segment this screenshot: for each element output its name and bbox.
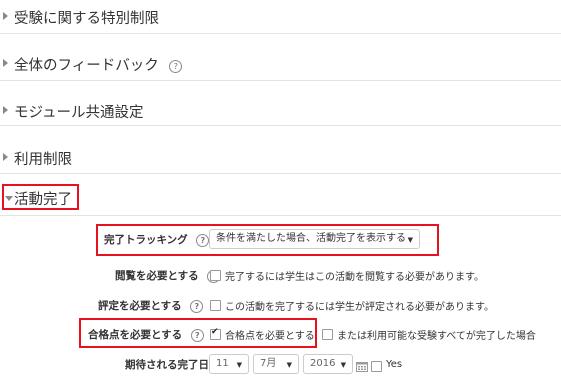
collapse-arrow-icon [3, 153, 8, 161]
section-access-restrictions[interactable]: 利用制限 [0, 140, 561, 180]
year-select[interactable]: 2016 ▼ [303, 354, 353, 374]
label-text: 期待される完了日 [125, 359, 209, 371]
divider [0, 173, 561, 174]
divider [0, 215, 561, 216]
completion-tracking-select[interactable]: 条件を満たした場合、活動完了を表示する ▼ [209, 229, 420, 249]
section-title: モジュール共通設定 [14, 105, 144, 121]
dropdown-caret-icon: ▼ [286, 361, 292, 369]
day-select[interactable]: 11 ▼ [209, 354, 249, 374]
label-text: 評定を必要とする [98, 300, 182, 312]
month-select[interactable]: 7月 ▼ [253, 354, 299, 374]
section-title: 利用制限 [14, 152, 72, 168]
label-text: 完了トラッキング [104, 234, 188, 246]
section-title-activity-completion[interactable]: 活動完了 [14, 188, 72, 209]
completion-tracking-label: 完了トラッキング ? [104, 232, 210, 247]
help-icon[interactable]: ? [190, 328, 204, 342]
dropdown-caret-icon: ▼ [340, 361, 346, 369]
dropdown-caret-icon: ▼ [236, 361, 242, 369]
divider [0, 80, 561, 81]
select-value: 7月 [260, 358, 277, 369]
collapse-arrow-icon [3, 59, 8, 67]
section-common-module-settings[interactable]: モジュール共通設定 [0, 93, 561, 133]
require-passing-grade-label: 合格点を必要とする ? [88, 327, 204, 342]
require-passing-grade-text: 合格点を必要とする [225, 331, 315, 342]
require-grade-label: 評定を必要とする ? [98, 298, 204, 313]
require-grade-text: この活動を完了するには学生が評定される必要があります。 [225, 302, 494, 313]
collapse-arrow-icon [3, 106, 8, 114]
dropdown-caret-icon: ▼ [407, 236, 413, 244]
require-view-label: 閲覧を必要とする ? [115, 268, 221, 283]
section-title-text: 全体のフィードバック [14, 58, 159, 74]
select-value: 条件を満たした場合、活動完了を表示する [216, 233, 406, 244]
require-grade-checkbox[interactable] [210, 300, 221, 311]
require-passing-grade-checkbox[interactable] [210, 327, 221, 340]
select-value: 2016 [310, 358, 336, 369]
divider [0, 125, 561, 126]
enable-date-label: Yes [386, 359, 403, 370]
calendar-icon[interactable] [356, 361, 368, 372]
label-text: 合格点を必要とする [88, 329, 183, 341]
help-icon[interactable]: ? [169, 59, 183, 73]
expand-arrow-icon [5, 196, 13, 201]
section-title: 受験に関する特別制限 [14, 11, 159, 27]
help-icon[interactable]: ? [196, 233, 210, 247]
enable-date-checkbox[interactable] [371, 361, 382, 372]
all-attempts-text: または利用可能な受験すべてが完了した場合 [337, 331, 536, 342]
section-title: 全体のフィードバック ? [14, 54, 183, 75]
help-icon[interactable]: ? [190, 299, 204, 313]
all-attempts-checkbox[interactable] [322, 329, 333, 340]
collapse-arrow-icon [3, 12, 8, 20]
select-value: 11 [216, 358, 229, 369]
require-view-checkbox[interactable] [210, 270, 221, 281]
divider [0, 33, 561, 34]
require-view-text: 完了するには学生はこの活動を閲覧する必要があります。 [225, 272, 484, 283]
label-text: 閲覧を必要とする [115, 270, 199, 282]
